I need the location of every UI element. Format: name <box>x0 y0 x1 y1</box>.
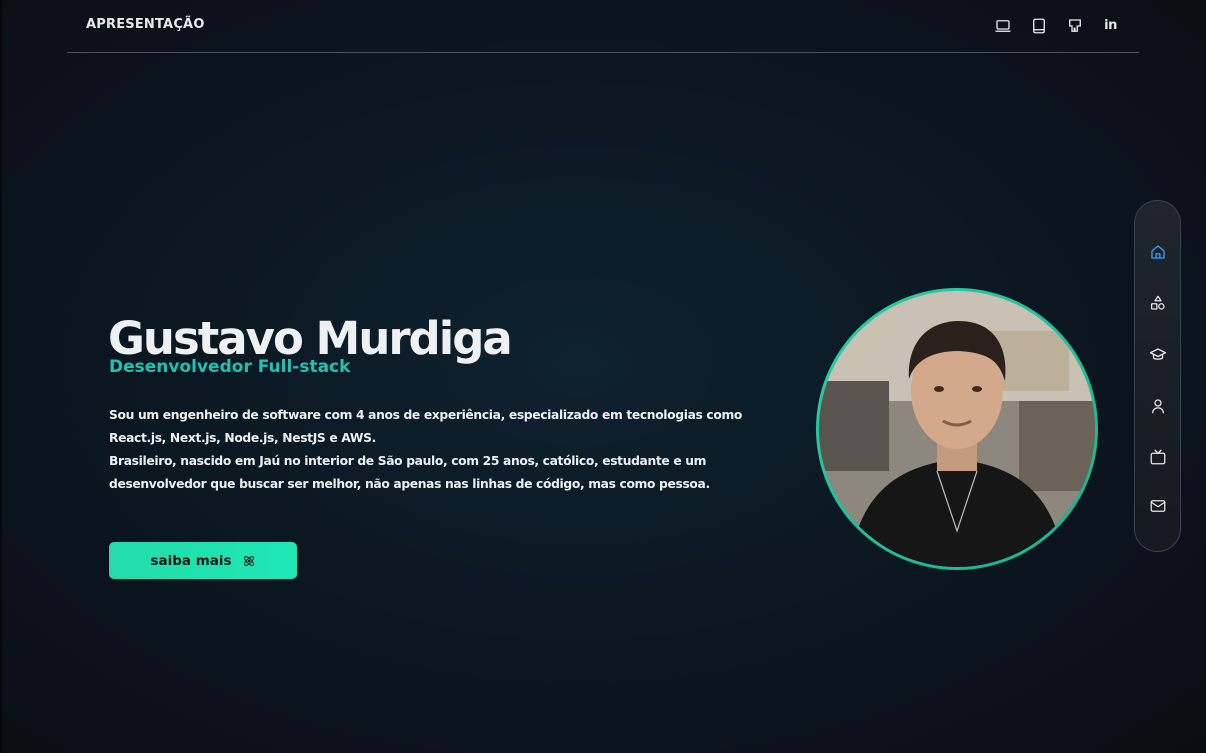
nav-home[interactable] <box>1147 241 1169 263</box>
top-header: APRESENTAÇÃO in <box>67 0 1139 53</box>
saiba-mais-button[interactable]: saiba mais <box>109 542 297 579</box>
bio-paragraph-1: Sou um engenheiro de software com 4 anos… <box>109 408 743 445</box>
home-icon <box>1151 245 1165 259</box>
side-navigation <box>1134 200 1181 552</box>
tv-icon <box>1150 449 1166 465</box>
mail-icon <box>1150 500 1166 512</box>
nav-portfolio[interactable] <box>1147 446 1169 468</box>
page-title: APRESENTAÇÃO <box>86 17 205 32</box>
bio-paragraph-2: Brasileiro, nascido em Jaú no interior d… <box>109 454 710 491</box>
linkedin-icon[interactable]: in <box>1100 15 1121 36</box>
nav-education[interactable] <box>1147 344 1169 366</box>
nav-about[interactable] <box>1147 395 1169 417</box>
window-edge <box>0 0 2 753</box>
profile-photo <box>819 291 1095 567</box>
user-icon <box>1152 399 1164 414</box>
graduation-cap-icon <box>1149 348 1167 360</box>
laptop-icon[interactable] <box>992 15 1013 36</box>
profile-avatar <box>816 288 1098 570</box>
saiba-mais-label: saiba mais <box>150 552 232 569</box>
nav-skills[interactable] <box>1147 292 1169 314</box>
shapes-icon <box>1150 295 1165 310</box>
tablet-icon[interactable] <box>1028 15 1049 36</box>
header-social-links: in <box>992 15 1121 36</box>
linkedin-label: in <box>1104 18 1117 33</box>
atom-icon <box>243 555 254 566</box>
github-icon[interactable] <box>1064 15 1085 36</box>
hero-role: Desenvolvedor Full-stack <box>109 357 351 377</box>
hero-bio: Sou um engenheiro de software com 4 anos… <box>109 404 749 496</box>
nav-contact[interactable] <box>1147 495 1169 517</box>
